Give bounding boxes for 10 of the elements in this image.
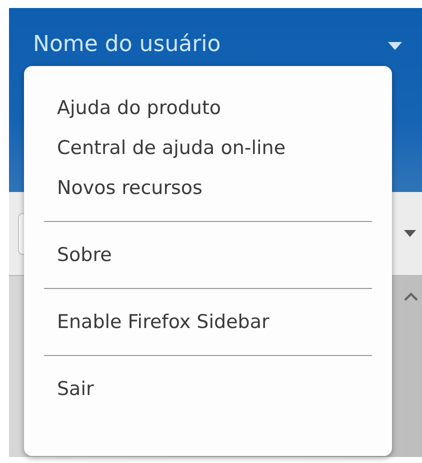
menu-item[interactable]: Central de ajuda on-line [57,127,372,170]
caret-icon[interactable] [404,230,416,237]
menu-item[interactable]: Ajuda do produto [57,87,372,130]
menu-item[interactable]: Enable Firefox Sidebar [57,301,372,344]
user-name[interactable]: Nome do usuário [33,30,221,60]
caret-icon[interactable] [388,42,402,50]
chevron-up-icon[interactable] [404,292,418,301]
menu-item[interactable]: Novos recursos [57,167,372,210]
menu-item[interactable]: Sobre [57,234,372,277]
menu-item[interactable]: Sair [57,368,372,411]
